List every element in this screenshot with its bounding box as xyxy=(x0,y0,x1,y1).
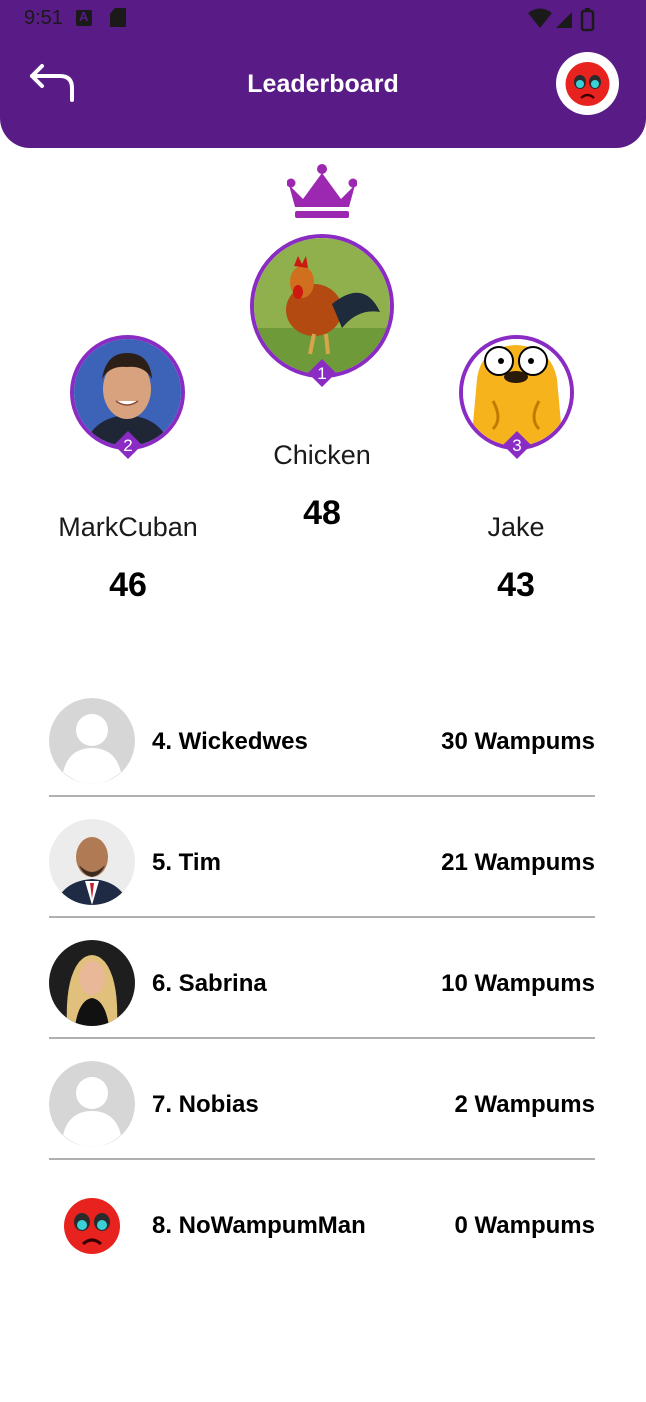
sad-face-icon xyxy=(49,1182,135,1268)
rank-3-label: 3 xyxy=(512,436,521,455)
wifi-icon xyxy=(528,8,552,28)
list-item-name: 8. NoWampumMan xyxy=(152,1212,366,1239)
list-item[interactable]: 7. Nobias 2 Wampums xyxy=(49,1061,595,1182)
divider xyxy=(49,1158,595,1160)
list-item-score: 2 Wampums xyxy=(454,1091,595,1118)
sad-face-icon xyxy=(565,62,610,106)
status-time: 9:51 xyxy=(24,7,63,29)
second-place-score: 46 xyxy=(109,566,147,604)
list-item-score: 10 Wampums xyxy=(441,970,595,997)
third-place-name: Jake xyxy=(487,512,545,542)
page-title: Leaderboard xyxy=(247,70,399,98)
rooster-photo xyxy=(254,238,390,374)
third-place-score: 43 xyxy=(497,566,535,604)
list-item-score: 0 Wampums xyxy=(454,1212,595,1239)
default-avatar-icon xyxy=(49,698,135,784)
sabrina-photo xyxy=(49,940,135,1026)
profile-avatar-button[interactable] xyxy=(556,52,619,115)
divider xyxy=(49,795,595,797)
list-item[interactable]: 5. Tim 21 Wampums xyxy=(49,819,595,940)
sd-card-icon xyxy=(110,8,126,27)
rank-2-badge: 2 xyxy=(114,431,142,459)
rank-1-badge: 1 xyxy=(308,359,336,387)
notification-a-icon xyxy=(76,9,92,26)
crown-icon xyxy=(287,164,357,218)
rank-2-label: 2 xyxy=(123,436,132,455)
list-item-score: 21 Wampums xyxy=(441,849,595,876)
divider xyxy=(49,916,595,918)
status-bar: 9:51 xyxy=(0,0,646,38)
app-header: 9:51 Leaderboard xyxy=(0,0,646,148)
status-icons xyxy=(528,8,595,32)
tim-photo xyxy=(49,819,135,905)
default-avatar-icon xyxy=(49,1061,135,1147)
divider xyxy=(49,1037,595,1039)
first-place-avatar[interactable] xyxy=(250,234,394,378)
list-item-name: 6. Sabrina xyxy=(152,970,267,997)
second-place-name: MarkCuban xyxy=(58,512,198,542)
list-item-name: 4. Wickedwes xyxy=(152,728,308,755)
first-place-name: Chicken xyxy=(273,440,371,470)
list-item-score: 30 Wampums xyxy=(441,728,595,755)
list-item-name: 5. Tim xyxy=(152,849,221,876)
battery-icon xyxy=(580,9,595,32)
list-item[interactable]: 8. NoWampumMan 0 Wampums xyxy=(49,1182,595,1303)
list-item[interactable]: 4. Wickedwes 30 Wampums xyxy=(49,698,595,819)
signal-icon xyxy=(556,12,572,28)
rank-1-label: 1 xyxy=(317,364,326,383)
rank-3-badge: 3 xyxy=(503,431,531,459)
list-item-name: 7. Nobias xyxy=(152,1091,259,1118)
list-item[interactable]: 6. Sabrina 10 Wampums xyxy=(49,940,595,1061)
